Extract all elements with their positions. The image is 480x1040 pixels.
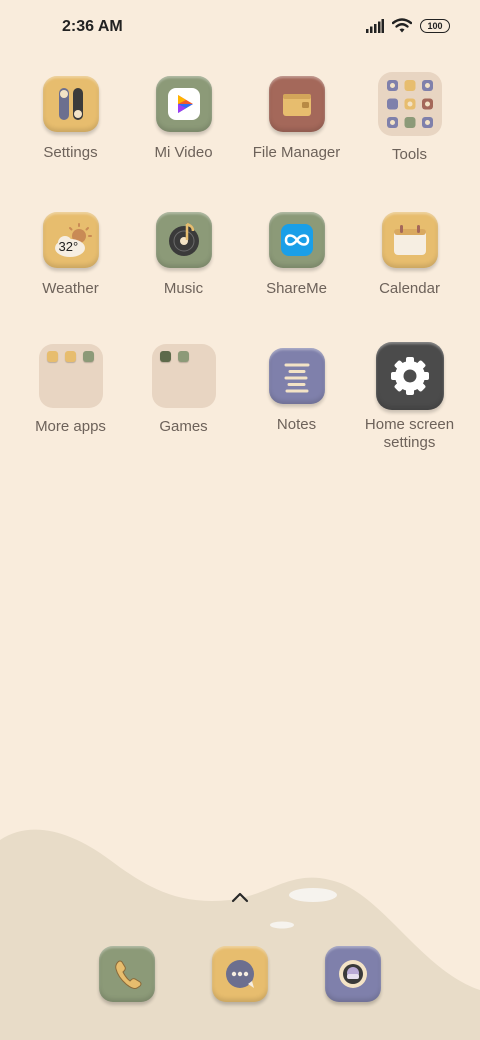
camera-lens-icon	[339, 960, 367, 988]
folder-icon	[377, 72, 442, 136]
toggle-switches-icon	[42, 76, 99, 132]
app-label: Calendar	[379, 280, 440, 297]
folder-icon	[38, 344, 103, 408]
status-icons: 100	[366, 18, 450, 33]
app-label: Home screen settings	[364, 416, 455, 451]
game-icon	[177, 351, 189, 362]
folder-icon	[151, 344, 216, 408]
dock	[0, 946, 480, 1006]
calendar-icon	[381, 212, 438, 268]
app-label: More apps	[35, 418, 106, 435]
dock-camera[interactable]	[325, 946, 381, 1002]
phone-icon	[115, 960, 142, 989]
folder-games[interactable]: Games	[127, 344, 240, 436]
play-icon	[155, 76, 212, 132]
folder-more-apps[interactable]: More apps	[14, 344, 127, 436]
app-label: File Manager	[252, 144, 341, 161]
chat-bubble-icon	[226, 960, 254, 988]
status-bar: 2:36 AM 100	[0, 0, 480, 56]
music-disc-icon	[155, 212, 212, 268]
app-shareme[interactable]: ShareMe	[240, 208, 353, 298]
amazon-icon	[46, 351, 58, 362]
weather-temperature: 32°	[58, 239, 79, 254]
clock: 2:36 AM	[62, 18, 123, 35]
app-file-manager[interactable]: File Manager	[240, 72, 353, 162]
folder-preview-icon	[386, 80, 433, 128]
app-settings[interactable]: Settings	[14, 72, 127, 162]
signal-icon	[366, 18, 384, 33]
app-label: Notes	[276, 416, 317, 433]
wifi-icon	[392, 18, 412, 33]
app-mi-video[interactable]: Mi Video	[127, 72, 240, 162]
app-label: Games	[159, 418, 208, 435]
chevron-up-icon[interactable]	[230, 890, 250, 904]
app-label: Music	[163, 280, 204, 297]
dock-messages[interactable]	[212, 946, 268, 1002]
battery-icon: 100	[420, 18, 450, 33]
app-weather[interactable]: 32° Weather	[14, 208, 127, 298]
app-home-screen-settings[interactable]: Home screen settings	[353, 342, 466, 452]
sun-cloud-icon: 32°	[42, 212, 99, 268]
app-label: ShareMe	[266, 280, 327, 297]
infinity-icon	[268, 212, 325, 268]
gear-icon	[375, 342, 444, 410]
app-label: Mi Video	[154, 144, 213, 161]
app-label: Weather	[42, 280, 99, 297]
dock-phone[interactable]	[99, 946, 155, 1002]
app-label: Settings	[43, 144, 98, 161]
app-label: Tools	[391, 146, 428, 163]
game-icon	[159, 351, 171, 362]
app-calendar[interactable]: Calendar	[353, 208, 466, 298]
wps-icon	[82, 351, 94, 362]
notes-lines-icon	[268, 348, 325, 404]
folder-tools[interactable]: Tools	[353, 72, 466, 164]
wallet-folder-icon	[268, 76, 325, 132]
app-music[interactable]: Music	[127, 208, 240, 298]
app-notes[interactable]: Notes	[240, 344, 353, 434]
facebook-icon	[64, 351, 76, 362]
